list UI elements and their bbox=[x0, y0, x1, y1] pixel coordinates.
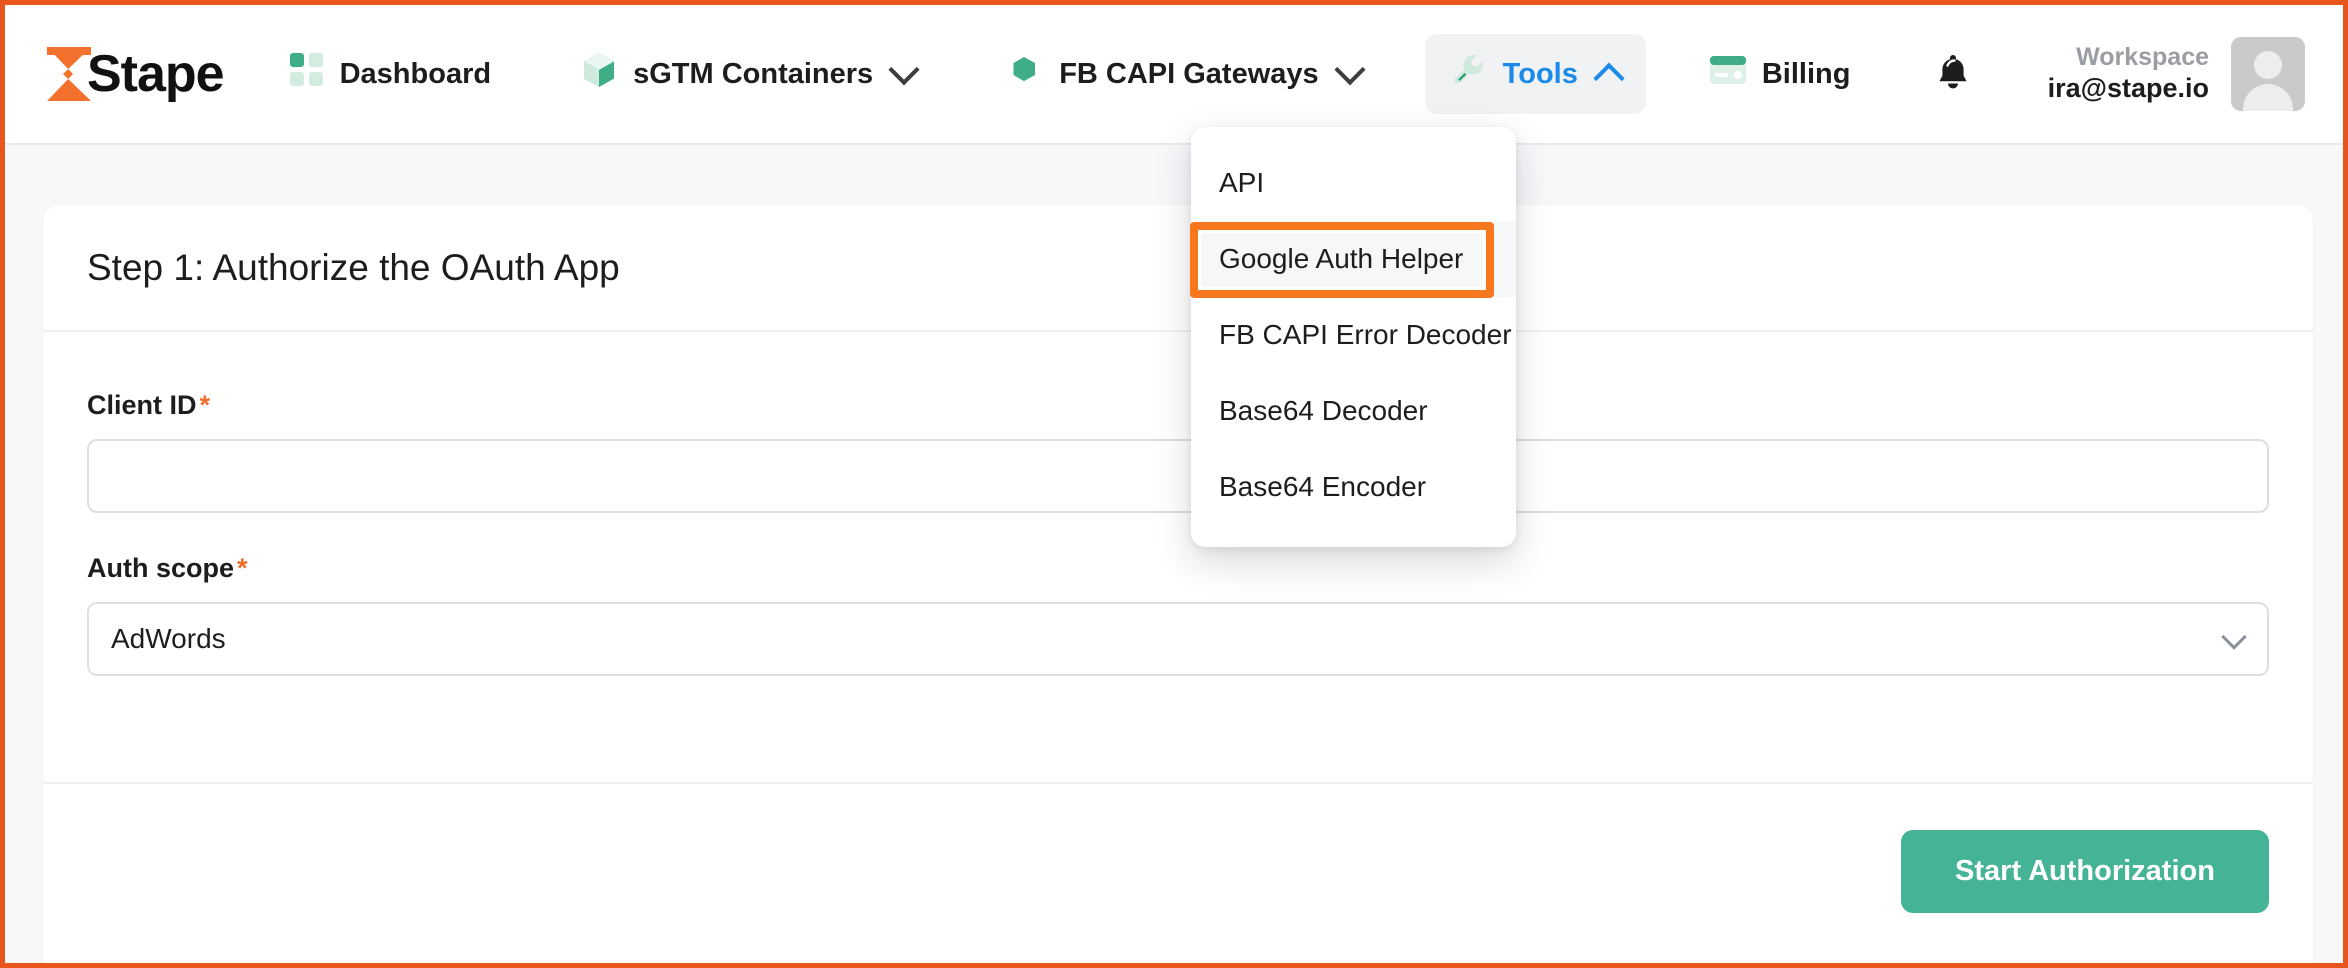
credit-card-icon bbox=[1709, 56, 1746, 92]
user-workspace-block[interactable]: Workspace ira@stape.io bbox=[2048, 37, 2305, 111]
dashboard-grid-icon bbox=[289, 53, 324, 95]
oauth-step-card: Step 1: Authorize the OAuth App Client I… bbox=[43, 205, 2313, 963]
user-avatar-icon[interactable] bbox=[2231, 37, 2305, 111]
nav-item-sgtm-containers-label: sGTM Containers bbox=[633, 57, 874, 90]
tools-menu-item-google-auth-helper[interactable]: Google Auth Helper bbox=[1191, 221, 1516, 297]
wrench-icon bbox=[1451, 52, 1487, 96]
field-client-id: Client ID * bbox=[87, 390, 2269, 513]
nav-item-sgtm-containers[interactable]: sGTM Containers bbox=[555, 33, 941, 115]
workspace-label: Workspace bbox=[2076, 43, 2209, 72]
tools-menu-item-api[interactable]: API bbox=[1191, 145, 1516, 221]
auth-scope-selected-value: AdWords bbox=[111, 623, 226, 654]
card-header: Step 1: Authorize the OAuth App bbox=[43, 205, 2313, 332]
nav-item-dashboard[interactable]: Dashboard bbox=[264, 35, 517, 113]
chevron-up-icon bbox=[1593, 62, 1625, 94]
nav-item-fb-capi-gateways[interactable]: FB CAPI Gateways bbox=[979, 33, 1386, 115]
nav-item-tools[interactable]: Tools bbox=[1424, 34, 1646, 114]
client-id-label: Client ID * bbox=[87, 390, 2269, 421]
nav-item-fb-capi-gateways-label: FB CAPI Gateways bbox=[1059, 57, 1319, 90]
nav-item-dashboard-label: Dashboard bbox=[339, 57, 492, 90]
auth-scope-select[interactable]: AdWords bbox=[87, 602, 2269, 676]
workspace-texts: Workspace ira@stape.io bbox=[2048, 43, 2209, 104]
tools-menu-item-base64-encoder[interactable]: Base64 Encoder bbox=[1191, 449, 1516, 525]
required-asterisk: * bbox=[237, 553, 248, 583]
page-title: Step 1: Authorize the OAuth App bbox=[87, 246, 620, 288]
main-nav: Dashboard sGTM Containers FB CAPI Gatewa… bbox=[264, 5, 1971, 143]
tools-dropdown-menu: API Google Auth Helper FB CAPI Error Dec… bbox=[1191, 127, 1516, 547]
client-id-input[interactable] bbox=[87, 439, 2269, 513]
nav-item-tools-label: Tools bbox=[1502, 57, 1578, 90]
nav-item-billing-label: Billing bbox=[1761, 57, 1851, 90]
tools-menu-item-fb-capi-error-decoder[interactable]: FB CAPI Error Decoder bbox=[1191, 297, 1516, 373]
field-auth-scope: Auth scope * AdWords bbox=[87, 553, 2269, 676]
bell-icon bbox=[1936, 53, 1970, 96]
top-navigation-bar: Stape Dashboard sGTM Containers FB CAPI … bbox=[5, 5, 2343, 145]
client-id-label-text: Client ID bbox=[87, 390, 197, 420]
stape-wordmark: Stape bbox=[87, 45, 225, 103]
app-root: Stape Dashboard sGTM Containers FB CAPI … bbox=[0, 0, 2348, 968]
required-asterisk: * bbox=[199, 390, 211, 420]
start-authorization-button[interactable]: Start Authorization bbox=[1901, 830, 2269, 913]
stape-logo[interactable]: Stape bbox=[43, 44, 225, 104]
auth-scope-label-text: Auth scope bbox=[87, 553, 235, 583]
nav-item-billing[interactable]: Billing bbox=[1684, 38, 1877, 110]
notifications-button[interactable] bbox=[1936, 53, 1970, 96]
hexagon-icon bbox=[1005, 51, 1043, 97]
chevron-down-icon bbox=[888, 54, 920, 86]
tools-menu-item-base64-decoder[interactable]: Base64 Decoder bbox=[1191, 373, 1516, 449]
stape-hourglass-icon bbox=[43, 45, 95, 103]
cube-icon bbox=[581, 51, 617, 97]
auth-scope-select-wrap: AdWords bbox=[87, 602, 2269, 676]
chevron-down-icon bbox=[1334, 54, 1366, 86]
card-body: Client ID * Auth scope * AdWords bbox=[43, 332, 2313, 676]
workspace-email: ira@stape.io bbox=[2047, 72, 2209, 103]
auth-scope-label: Auth scope * bbox=[87, 553, 2269, 584]
card-footer: Start Authorization bbox=[43, 782, 2313, 913]
